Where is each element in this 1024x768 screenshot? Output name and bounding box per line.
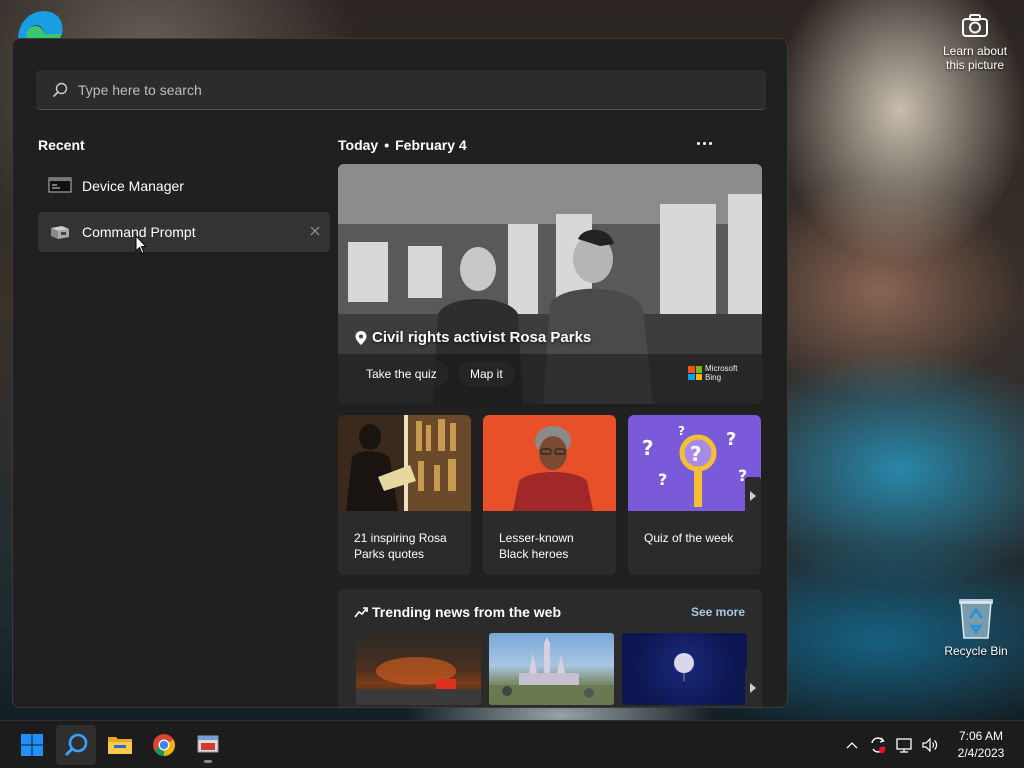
- badge-line2: Bing: [705, 373, 722, 382]
- chrome-button[interactable]: [144, 725, 184, 765]
- recycle-bin-shortcut[interactable]: Recycle Bin: [940, 596, 1012, 658]
- trending-arrow-icon: [354, 607, 368, 618]
- card-quiz-of-week[interactable]: ? ? ? ? ? ? Quiz of the week: [628, 415, 761, 575]
- recycle-bin-icon: [959, 599, 993, 639]
- microsoft-bing-badge: Microsoft Bing: [688, 364, 737, 382]
- card-black-heroes[interactable]: Lesser-known Black heroes: [483, 415, 616, 575]
- volume-button[interactable]: [920, 735, 940, 755]
- news-next-button[interactable]: [745, 669, 761, 707]
- card-thumbnail: [338, 415, 471, 511]
- more-options-button[interactable]: [691, 133, 717, 153]
- today-label: Today: [338, 137, 379, 153]
- search-icon: [52, 82, 68, 97]
- clock-date: 2/4/2023: [957, 746, 1005, 760]
- taskbar-search-button[interactable]: [56, 725, 96, 765]
- chrome-icon: [153, 734, 175, 756]
- card-thumbnail: [483, 415, 616, 511]
- trending-news-section: Trending news from the web See more: [338, 589, 762, 707]
- cards-next-button[interactable]: [745, 477, 761, 515]
- recent-item-label: Device Manager: [82, 178, 184, 194]
- microsoft-logo-icon: [688, 366, 702, 380]
- take-quiz-button[interactable]: Take the quiz: [354, 361, 449, 387]
- close-icon[interactable]: [308, 224, 322, 238]
- learn-about-picture-widget[interactable]: Learn about this picture: [936, 14, 1014, 72]
- search-flyout: Recent Device Manager Command Prompt: [12, 38, 788, 708]
- separator-dot: •: [384, 137, 390, 153]
- taskbar: 7:06 AM 2/4/2023: [0, 720, 1024, 768]
- mouse-cursor-icon: [135, 235, 147, 255]
- news-thumbnail-2[interactable]: [489, 633, 614, 705]
- news-image: [674, 653, 694, 681]
- svg-text:?: ?: [726, 429, 736, 450]
- hero-card[interactable]: Civil rights activist Rosa Parks Take th…: [338, 164, 762, 404]
- search-input[interactable]: [78, 81, 678, 98]
- today-header: Today • February 4: [338, 137, 467, 153]
- news-thumbnail-1[interactable]: [356, 633, 481, 705]
- camera-icon: [962, 14, 988, 37]
- recent-list: Device Manager Command Prompt: [38, 166, 330, 258]
- sync-icon: [871, 737, 886, 754]
- see-more-link[interactable]: See more: [691, 605, 745, 619]
- chevron-right-icon: [750, 491, 756, 501]
- news-image: [489, 637, 614, 705]
- system-tray: [842, 721, 940, 768]
- running-indicator: [204, 760, 212, 763]
- card-rosa-parks-quotes[interactable]: 21 inspiring Rosa Parks quotes: [338, 415, 471, 575]
- card-caption: Lesser-known Black heroes: [499, 531, 574, 561]
- clock-time: 7:06 AM: [958, 729, 1004, 743]
- taskbar-clock[interactable]: 7:06 AM 2/4/2023: [948, 728, 1014, 762]
- network-button[interactable]: [894, 735, 914, 755]
- app-window-icon: [197, 735, 219, 753]
- map-it-button[interactable]: Map it: [458, 361, 515, 387]
- news-thumbnail-3[interactable]: [622, 633, 747, 705]
- trending-title-text: Trending news from the web: [372, 604, 562, 620]
- camera-label: Learn about this picture: [942, 44, 1008, 72]
- card-thumbnail: ? ? ? ? ? ?: [628, 415, 761, 511]
- file-explorer-button[interactable]: [100, 725, 140, 765]
- recent-item-command-prompt[interactable]: Command Prompt: [38, 212, 330, 252]
- hero-title-text: Civil rights activist Rosa Parks: [372, 329, 592, 346]
- trending-title: Trending news from the web: [354, 604, 561, 620]
- svg-text:?: ?: [658, 470, 667, 489]
- volume-icon: [922, 737, 938, 753]
- sync-status-button[interactable]: [868, 735, 888, 755]
- news-image: [356, 657, 481, 705]
- network-icon: [896, 738, 912, 753]
- badge-line1: Microsoft: [705, 364, 738, 373]
- card-caption: 21 inspiring Rosa Parks quotes: [354, 531, 447, 561]
- svg-text:?: ?: [642, 436, 654, 460]
- svg-text:?: ?: [690, 442, 702, 466]
- svg-text:?: ?: [678, 424, 685, 438]
- card-caption: Quiz of the week: [644, 531, 734, 545]
- location-pin-icon: [355, 330, 367, 345]
- windows-logo-icon: [21, 734, 43, 756]
- show-hidden-icons-button[interactable]: [842, 735, 862, 755]
- chevron-up-icon: [846, 742, 858, 749]
- device-manager-icon: [48, 177, 72, 193]
- recent-heading: Recent: [38, 137, 85, 153]
- start-button[interactable]: [12, 725, 52, 765]
- folder-icon: [108, 737, 132, 754]
- hero-title[interactable]: Civil rights activist Rosa Parks: [354, 329, 591, 346]
- command-prompt-icon: [51, 226, 69, 239]
- today-date: February 4: [395, 137, 467, 153]
- search-box[interactable]: [36, 70, 766, 110]
- recent-item-device-manager[interactable]: Device Manager: [38, 166, 330, 206]
- control-panel-button[interactable]: [188, 725, 228, 765]
- chevron-right-icon: [750, 683, 756, 693]
- search-icon: [64, 733, 88, 757]
- recycle-bin-label: Recycle Bin: [944, 644, 1008, 658]
